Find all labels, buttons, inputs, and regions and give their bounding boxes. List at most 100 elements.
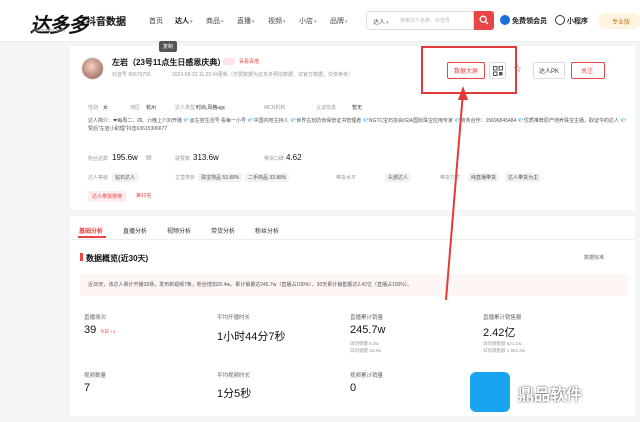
mode-tag: 纯直播带货 (468, 173, 500, 182)
follow-label: 关注 (581, 69, 594, 75)
nav-shop-label: 小店 (299, 18, 313, 25)
mcn-label: MCN机构 (264, 105, 286, 111)
nav-shop[interactable]: 小店▾ (299, 16, 317, 26)
watermark-text: 鼎品软件 (518, 387, 583, 404)
chevron-down-icon: ▾ (190, 19, 193, 25)
level-label: 达人等级 (88, 175, 109, 181)
tab-live[interactable]: 直播分析 (123, 226, 147, 235)
metric-label: 平均开播时长 (217, 315, 251, 321)
nav-live-label: 直播 (237, 18, 251, 25)
metric-sub: 日均销售额 1,863.2w (483, 348, 526, 353)
highlight-box (421, 46, 517, 94)
kol-pk-label: 达人PK (539, 69, 560, 75)
main-cat-label: 主营类目 (175, 175, 196, 181)
mini-program-link[interactable]: 小程序 (567, 16, 588, 26)
level-tag: 钻石达人 (112, 173, 139, 182)
sales-level-label: 带货水平 (336, 175, 357, 181)
main-cat-tag: 二手商品 33.88% (245, 173, 290, 182)
nav-brand[interactable]: 品牌▾ (330, 16, 348, 26)
section-title: 数据概览(近30天) (86, 254, 149, 263)
section-marker (80, 253, 83, 261)
nav-home[interactable]: 首页 (149, 16, 163, 26)
sales-level-tag: 头部达人 (385, 173, 412, 182)
tab-basic[interactable]: 基础分析 (79, 226, 103, 235)
nav-video[interactable]: 视频▾ (268, 16, 286, 26)
gender-label: 性别 (88, 105, 99, 111)
update-note: 2023-08-23 11:25:04更新（付费数据为达多多预估数据，非官方数据… (172, 72, 354, 78)
tab-divider (70, 239, 635, 240)
metric-value: 1小时44分7秒 (217, 331, 286, 343)
nav-kol[interactable]: 达人▾ (175, 16, 193, 26)
metric-value: 39 (84, 324, 97, 336)
brand-subtitle: 抖音数据 (86, 17, 126, 28)
metric-value: 2.42亿 (483, 327, 516, 339)
rank-label[interactable]: 达人带货排榜 (88, 191, 127, 202)
region-value: 杭州 (146, 105, 157, 111)
type-value: 时尚,风格ugc (196, 105, 226, 111)
metric-label: 平均视频时长 (217, 373, 251, 379)
rank-position[interactable]: 第12名 (136, 192, 152, 199)
nav-live[interactable]: 直播▾ (237, 16, 255, 26)
kol-description: 达人简介：❤每周二、四、六晚上7:00开播 💎@左岩生活号 看每一小号 💎中国内… (88, 118, 627, 132)
metric-sub: 场均销售额 621.1w (483, 341, 522, 346)
tab-video[interactable]: 视频分析 (167, 226, 191, 235)
auth-value: 暂无 (352, 105, 363, 111)
metric-label: 直播场次 (84, 315, 107, 321)
likes-label: 获赞数 (175, 156, 191, 162)
search-button[interactable] (474, 11, 494, 30)
mode-tag: 达人带货为主 (505, 173, 542, 182)
main-cat-pct: 53.88% (222, 175, 240, 181)
female-icon (223, 58, 235, 65)
data-standard-link[interactable]: 数据标准 (584, 254, 604, 261)
fans-value: 195.6w (112, 153, 138, 162)
metric-label: 直播累计销售额 (483, 315, 522, 321)
region-label: 地区 (130, 105, 141, 111)
tab-indicator (78, 236, 106, 238)
metric-value: 245.7w (350, 324, 386, 336)
metric-sub: 场均销量 6.3w (350, 341, 379, 346)
main-cat-name: 珠宝饰品 (201, 175, 222, 181)
nav-product[interactable]: 商品▾ (206, 16, 224, 26)
main-cat-name: 二手商品 (248, 175, 269, 181)
search-input[interactable]: 搜索达人名称、抖音号 (400, 17, 450, 24)
rating-value: 4.62 (286, 153, 302, 162)
metric-label: 视频数量 (84, 373, 107, 379)
summary-text: 近30天，该达人累计开播39场，发布新视频7条，粉丝增加20.4w。累计销量达2… (88, 282, 413, 288)
chevron-down-icon: ▾ (252, 19, 255, 25)
free-vip-link[interactable]: 免费领会员 (512, 16, 547, 26)
likes-value: 313.6w (193, 153, 219, 162)
douyin-id[interactable]: 抖音号 90679755 (112, 71, 151, 78)
metric-value: 1分5秒 (217, 388, 252, 400)
search-type-label: 达人 (373, 20, 386, 26)
mini-program-icon (555, 15, 565, 25)
trend-icon[interactable]: ▤ (146, 154, 152, 161)
main-cat-pct: 33.88% (269, 175, 287, 181)
gender-value: 女 (103, 105, 109, 111)
metric-label: 视频累计销量 (350, 373, 384, 379)
rating-label: 带货口碑 (264, 156, 285, 162)
tab-fans[interactable]: 粉丝分析 (255, 226, 279, 235)
kol-tag: 百看百搭 (239, 59, 260, 65)
copy-tooltip: 复制 (159, 41, 178, 52)
metric-sub: 今日 +1 (100, 329, 116, 334)
tab-sales[interactable]: 带货分析 (211, 226, 235, 235)
nav-kol-label: 达人 (175, 18, 189, 25)
main-cat-tag: 珠宝饰品 53.88% (198, 173, 243, 182)
metric-value: 0 (350, 382, 357, 394)
chevron-down-icon: ▾ (345, 19, 348, 25)
search-icon (479, 15, 489, 25)
pro-version-label: 专业版 (612, 20, 631, 26)
nav-product-label: 商品 (206, 18, 220, 25)
mode-label: 带货方式 (440, 175, 461, 181)
chevron-down-icon: ▾ (386, 20, 389, 26)
avatar[interactable] (81, 57, 104, 80)
chevron-down-icon: ▾ (314, 19, 317, 25)
vip-icon (500, 15, 510, 25)
search-type-select[interactable]: 达人▾ (373, 17, 389, 26)
chevron-down-icon: ▾ (283, 19, 286, 25)
kol-name: 左岩（23号11点生日感恩庆典） (112, 58, 226, 67)
nav-brand-label: 品牌 (330, 18, 344, 25)
metric-sub: 日均销量 18.9w (350, 348, 382, 353)
brand-domain: dadaodoo.com (32, 28, 66, 34)
fans-label: 粉丝总数 (88, 156, 109, 162)
